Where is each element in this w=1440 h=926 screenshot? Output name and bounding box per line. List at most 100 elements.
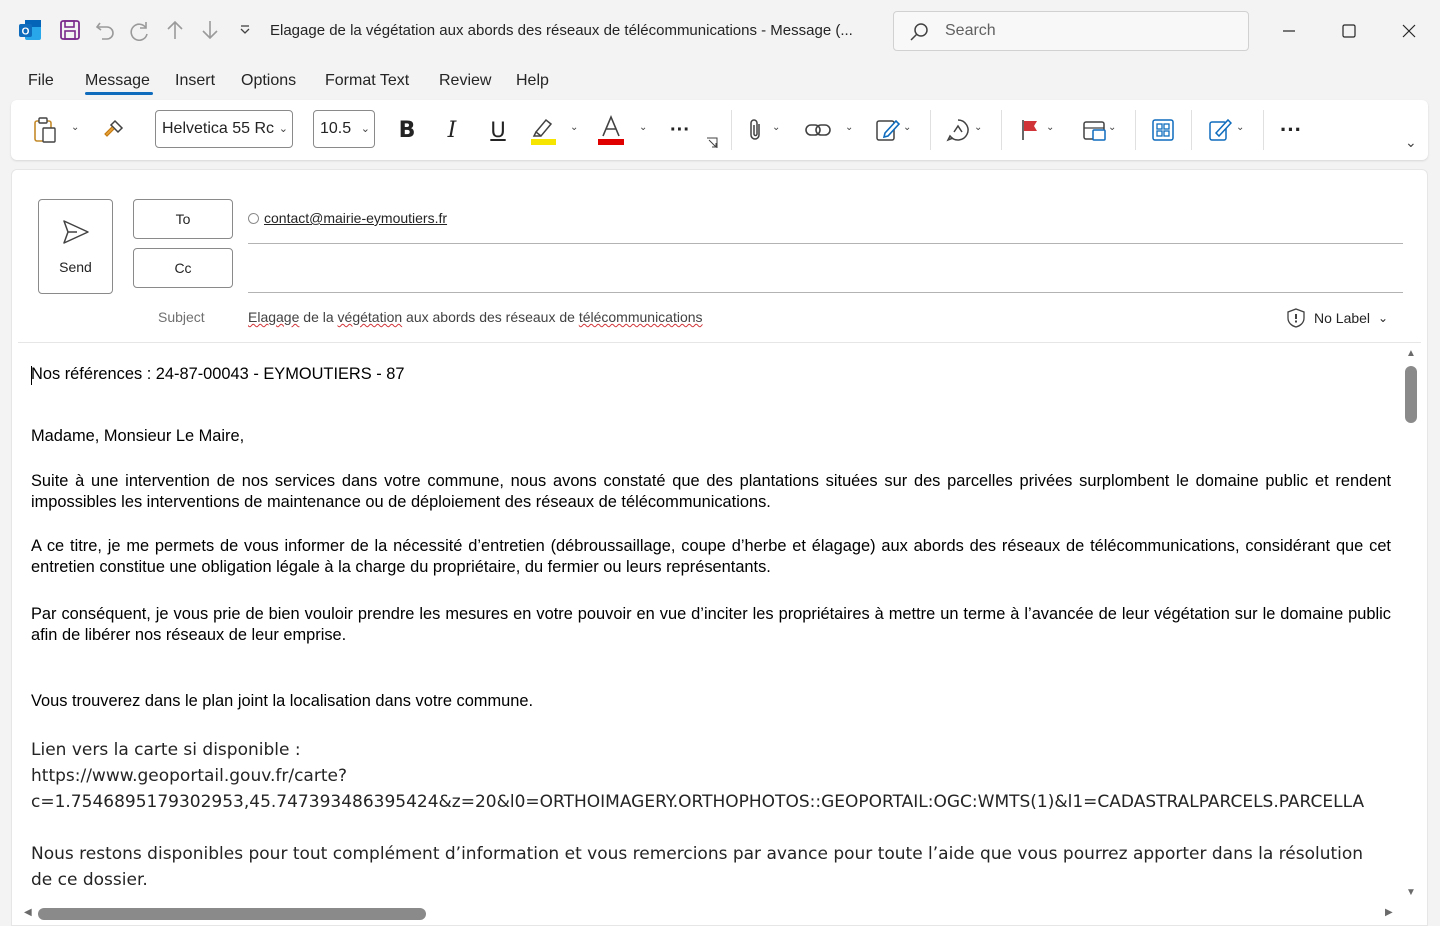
body-closing: Nous restons disponibles pour tout compl… <box>31 844 1364 890</box>
presence-icon <box>248 212 259 224</box>
sensitivity-label-button[interactable]: No Label ⌄ <box>1286 308 1388 328</box>
menu-insert[interactable]: Insert <box>175 72 215 90</box>
customize-toolbar-icon[interactable] <box>231 16 259 44</box>
flag-dropdown-icon[interactable]: ⌄ <box>1046 122 1054 133</box>
menu-format-text[interactable]: Format Text <box>325 72 409 90</box>
highlight-color-swatch <box>531 139 556 145</box>
body-paragraph: Vous trouverez dans le plan joint la loc… <box>31 692 534 710</box>
scroll-up-arrow-icon[interactable]: ▲ <box>1406 348 1416 359</box>
font-name-select[interactable]: Helvetica 55 Rc ⌄ <box>155 110 293 148</box>
more-commands-icon[interactable]: ··· <box>1277 114 1305 146</box>
ribbon: ⌄ Helvetica 55 Rc ⌄ 10.5 ⌄ B I U ⌄ ⌄ ···… <box>11 100 1428 160</box>
close-button[interactable] <box>1394 16 1424 46</box>
menu-file[interactable]: File <box>28 72 54 90</box>
paste-dropdown-icon[interactable]: ⌄ <box>71 122 79 133</box>
scroll-left-arrow-icon[interactable]: ◀ <box>24 907 32 918</box>
to-recipient[interactable]: contact@mairie-eymoutiers.fr <box>248 210 447 226</box>
menu-message[interactable]: Message <box>85 72 150 90</box>
editor-icon[interactable] <box>1207 114 1233 146</box>
vertical-scroll-thumb[interactable] <box>1405 366 1417 423</box>
arrow-down-icon[interactable] <box>196 16 224 44</box>
ribbon-separator <box>1191 110 1192 150</box>
highlight-icon[interactable] <box>527 114 559 146</box>
body-paragraph: Par conséquent, je vous prie de bien vou… <box>31 605 1391 644</box>
menu-options[interactable]: Options <box>241 72 296 90</box>
link-icon[interactable] <box>803 114 833 146</box>
font-dialog-launcher-icon[interactable] <box>705 136 719 150</box>
send-button[interactable]: Send <box>38 199 113 294</box>
to-button[interactable]: To <box>133 199 233 239</box>
font-color-swatch <box>598 139 624 145</box>
font-color-icon[interactable] <box>596 114 626 146</box>
menu-help[interactable]: Help <box>516 72 549 90</box>
tags-dropdown-icon[interactable]: ⌄ <box>1108 122 1116 133</box>
body-references: Nos références : 24-87-00043 - EYMOUTIER… <box>31 365 405 383</box>
window-title: Elagage de la végétation aux abords des … <box>270 22 853 39</box>
insights-dropdown-icon[interactable]: ⌄ <box>974 122 982 133</box>
insights-icon[interactable] <box>944 114 972 146</box>
font-size-value: 10.5 <box>320 120 352 137</box>
font-color-dropdown-icon[interactable]: ⌄ <box>639 122 647 133</box>
attach-file-icon[interactable] <box>743 114 767 146</box>
ribbon-separator <box>731 110 732 150</box>
scroll-down-arrow-icon[interactable]: ▼ <box>1406 887 1416 898</box>
collapse-ribbon-icon[interactable]: ⌄ <box>1405 134 1417 151</box>
chevron-down-icon: ⌄ <box>1378 311 1389 325</box>
map-link-line[interactable]: c=1.7546895179302953,45.747393486395424&… <box>31 789 1401 815</box>
send-label: Send <box>59 259 92 275</box>
more-font-options-icon[interactable]: ··· <box>667 114 693 146</box>
svg-text:O: O <box>22 27 30 38</box>
subject-field[interactable]: Elagage de la végétation aux abords des … <box>248 309 703 325</box>
maximize-button[interactable] <box>1334 16 1364 46</box>
search-box[interactable]: Search <box>893 11 1249 51</box>
attach-dropdown-icon[interactable]: ⌄ <box>772 122 780 133</box>
sensitivity-label-text: No Label <box>1314 310 1371 326</box>
to-field-line <box>248 243 1403 244</box>
body-paragraph: A ce titre, je me permets de vous inform… <box>31 537 1391 576</box>
map-link-line[interactable]: https://www.geoportail.gouv.fr/carte? <box>31 763 1391 789</box>
editor-dropdown-icon[interactable]: ⌄ <box>1236 122 1244 133</box>
minimize-button[interactable] <box>1274 16 1304 46</box>
menu-bar: File Message Insert Options Format Text … <box>0 62 1440 98</box>
cc-field-line <box>248 292 1403 293</box>
link-dropdown-icon[interactable]: ⌄ <box>845 122 853 133</box>
cc-button[interactable]: Cc <box>133 248 233 288</box>
ribbon-separator <box>1001 110 1002 150</box>
chevron-down-icon: ⌄ <box>278 123 288 135</box>
search-icon <box>910 23 928 41</box>
outlook-logo-icon: O <box>19 20 41 40</box>
save-icon[interactable] <box>56 16 84 44</box>
scroll-right-arrow-icon[interactable]: ▶ <box>1385 907 1393 918</box>
signature-icon[interactable] <box>875 114 901 146</box>
tags-icon[interactable] <box>1081 114 1109 146</box>
chevron-down-icon: ⌄ <box>360 123 370 135</box>
highlight-dropdown-icon[interactable]: ⌄ <box>570 122 578 133</box>
paste-icon[interactable] <box>31 114 59 146</box>
vertical-scrollbar[interactable] <box>1402 346 1420 902</box>
redo-icon[interactable] <box>126 16 154 44</box>
menu-review[interactable]: Review <box>439 72 491 90</box>
subject-label: Subject <box>158 309 205 325</box>
subject-word: végétation <box>337 309 403 325</box>
subject-word: télécommunications <box>578 309 703 325</box>
subject-word: de la <box>299 309 338 325</box>
flag-icon[interactable] <box>1017 114 1043 146</box>
bold-icon[interactable]: B <box>394 114 420 146</box>
format-painter-icon[interactable] <box>99 114 127 146</box>
body-greeting: Madame, Monsieur Le Maire, <box>31 427 245 445</box>
send-icon <box>63 220 89 244</box>
italic-icon[interactable]: I <box>439 114 465 146</box>
subject-word: aux abords des réseaux de <box>402 309 579 325</box>
underline-icon[interactable]: U <box>485 114 511 146</box>
apps-icon[interactable] <box>1150 114 1176 146</box>
header-divider <box>18 342 1421 343</box>
undo-icon[interactable] <box>91 16 119 44</box>
signature-dropdown-icon[interactable]: ⌄ <box>903 122 911 133</box>
ribbon-separator <box>1263 110 1264 150</box>
active-tab-indicator <box>85 92 153 95</box>
cc-field[interactable] <box>248 250 1403 290</box>
horizontal-scroll-thumb[interactable] <box>38 908 426 920</box>
arrow-up-icon[interactable] <box>161 16 189 44</box>
font-size-select[interactable]: 10.5 ⌄ <box>313 110 375 148</box>
body-paragraph: Suite à une intervention de nos services… <box>31 472 1391 511</box>
